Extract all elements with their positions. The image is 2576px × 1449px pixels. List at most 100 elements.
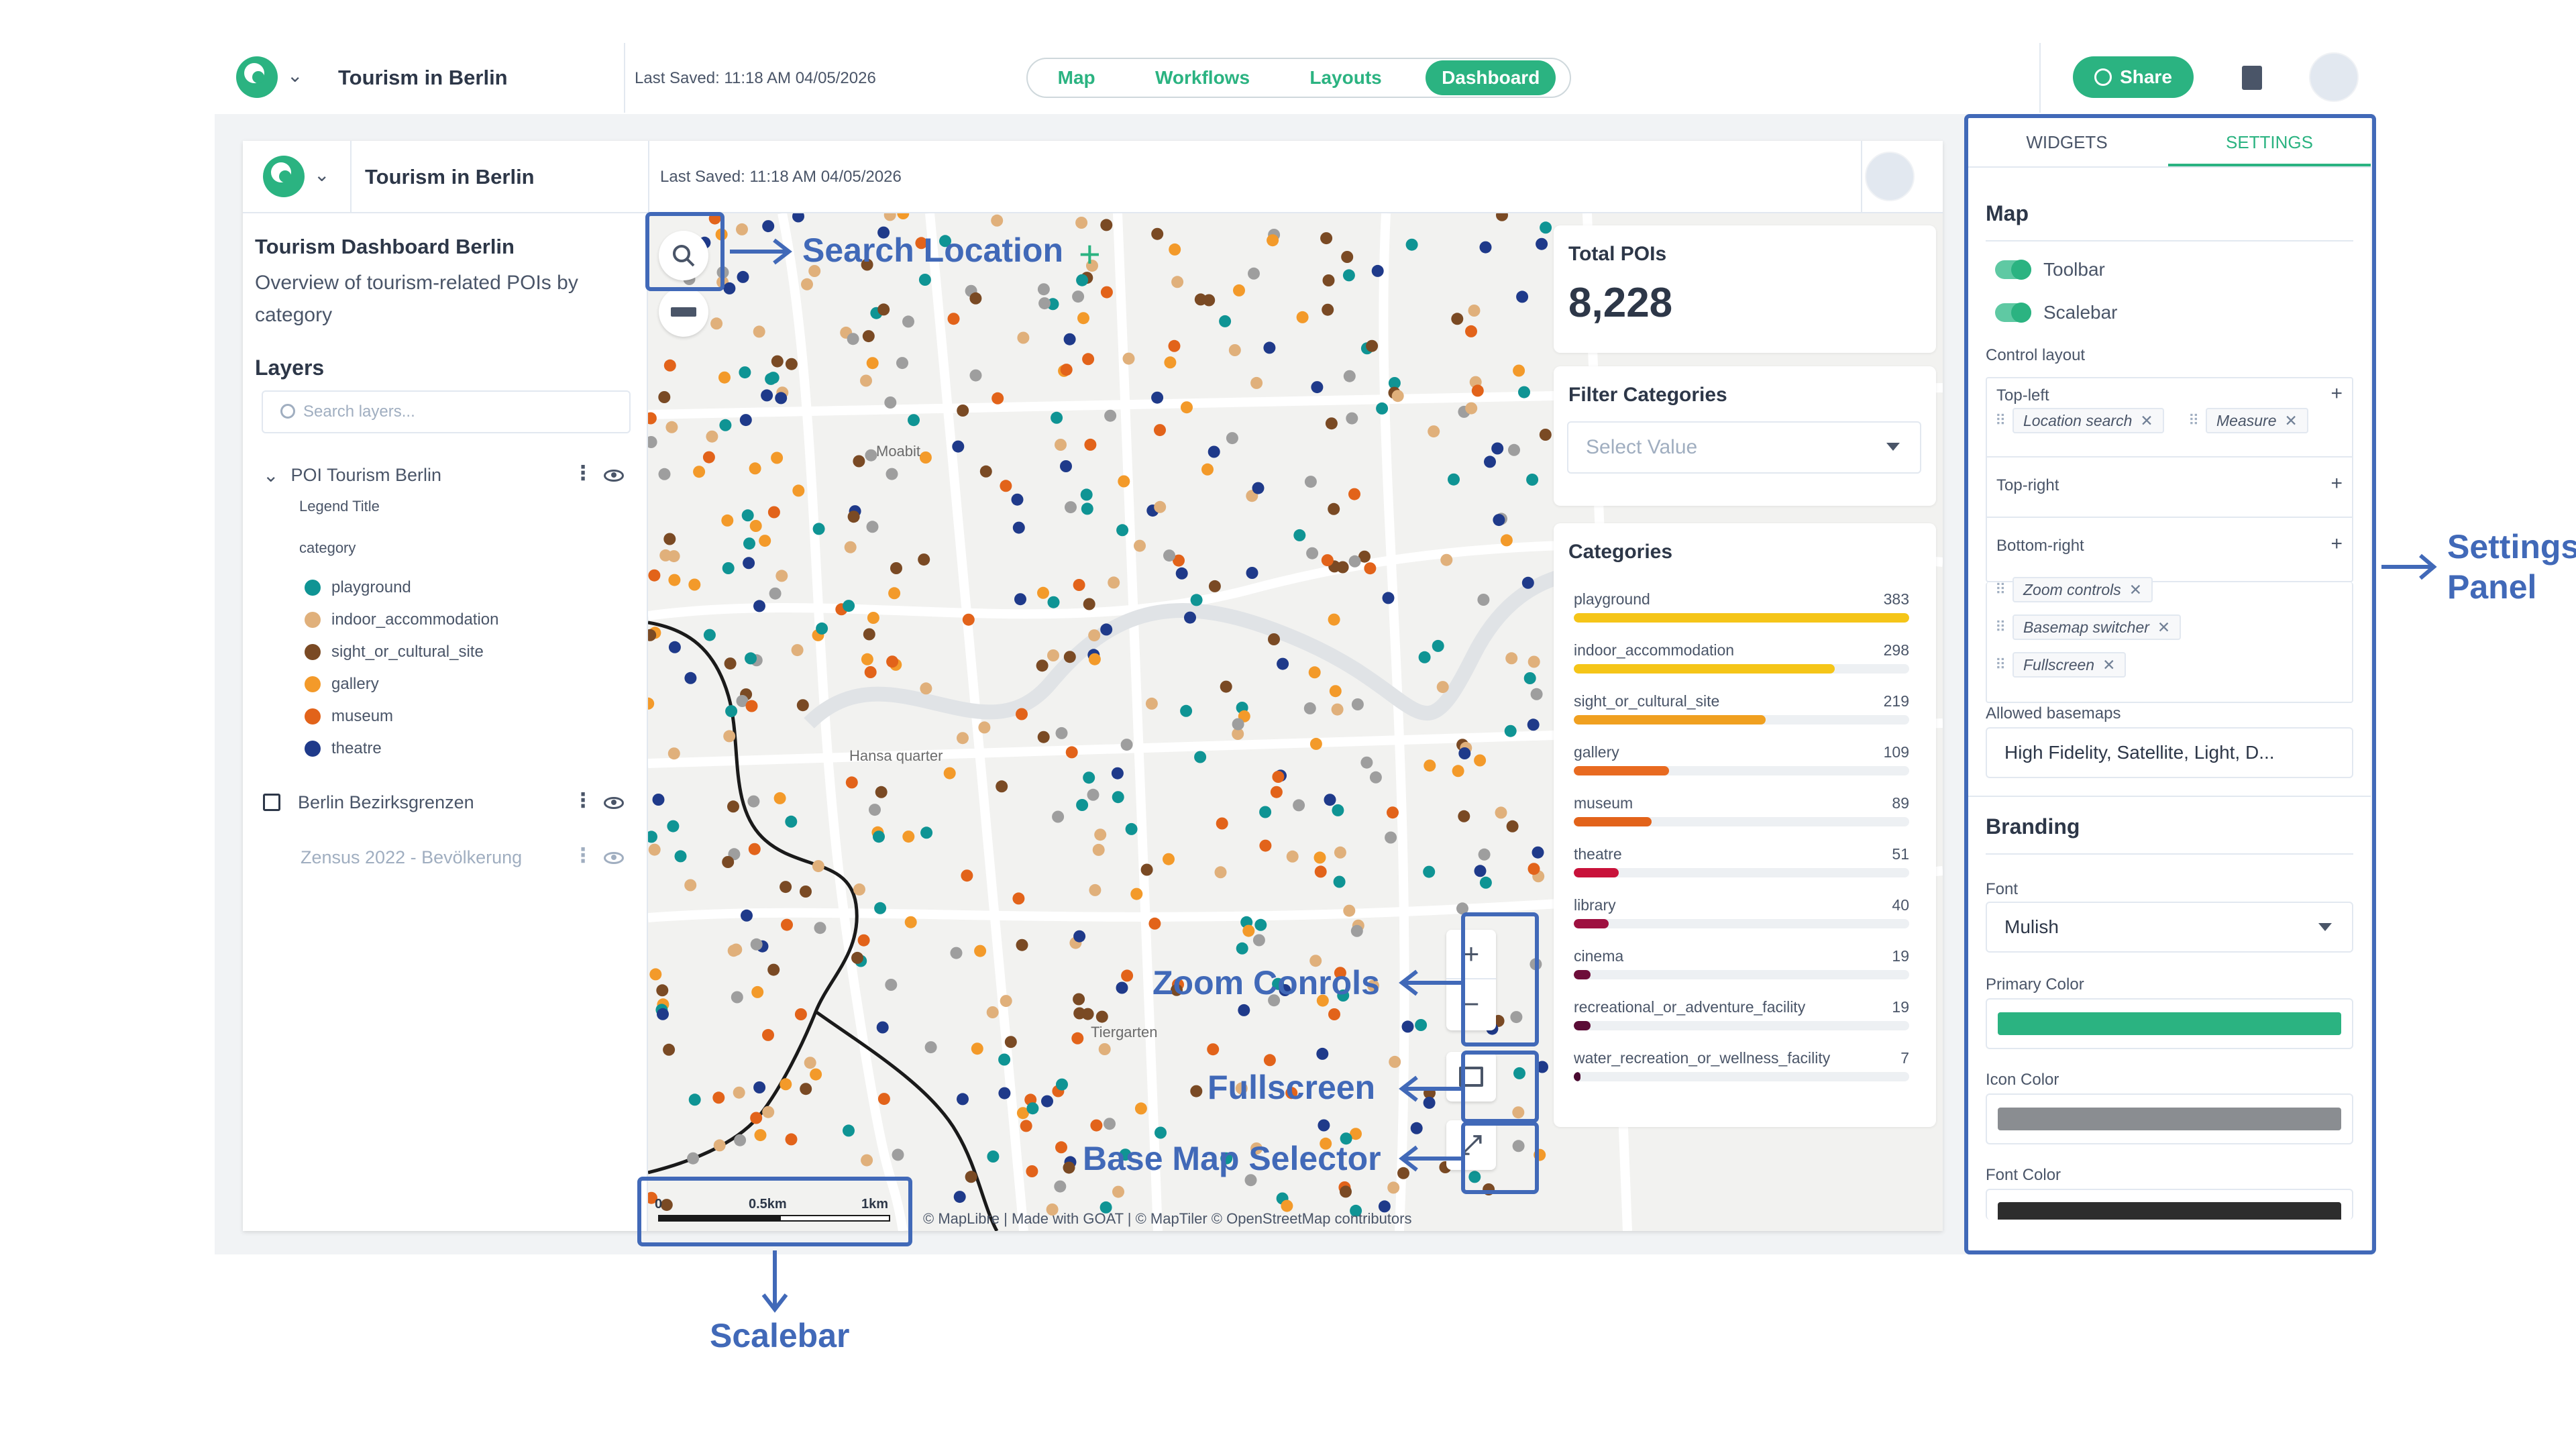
poi-point[interactable]	[684, 879, 697, 892]
poi-point[interactable]	[1314, 865, 1327, 878]
poi-point[interactable]	[761, 389, 773, 402]
poi-point[interactable]	[1346, 412, 1358, 425]
poi-point[interactable]	[667, 747, 680, 760]
poi-point[interactable]	[978, 721, 991, 734]
poi-point[interactable]	[1063, 333, 1076, 345]
poi-point[interactable]	[800, 885, 812, 898]
poi-point[interactable]	[1082, 353, 1095, 366]
poi-point[interactable]	[1036, 659, 1049, 672]
poi-point[interactable]	[1351, 698, 1364, 710]
poi-point[interactable]	[857, 934, 870, 947]
chevron-down-icon[interactable]: ⌄	[287, 64, 303, 87]
poi-point[interactable]	[1322, 274, 1335, 286]
poi-point[interactable]	[1527, 655, 1540, 668]
poi-point[interactable]	[1364, 562, 1377, 575]
poi-point[interactable]	[866, 521, 879, 533]
poi-point[interactable]	[1318, 1119, 1330, 1132]
poi-point[interactable]	[998, 1053, 1011, 1066]
poi-point[interactable]	[877, 303, 890, 316]
poi-point[interactable]	[710, 317, 723, 330]
poi-point[interactable]	[1293, 799, 1305, 812]
poi-point[interactable]	[902, 315, 914, 328]
poi-point[interactable]	[1506, 820, 1519, 833]
poi-point[interactable]	[1208, 445, 1220, 458]
poi-point[interactable]	[648, 436, 657, 448]
poi-point[interactable]	[864, 666, 877, 678]
poi-point[interactable]	[1071, 1032, 1084, 1044]
eye-icon[interactable]	[604, 797, 624, 809]
poi-point[interactable]	[1134, 1102, 1147, 1115]
poi-point[interactable]	[658, 391, 671, 403]
poi-point[interactable]	[725, 705, 738, 718]
poi-point[interactable]	[771, 451, 784, 464]
poi-point[interactable]	[1500, 534, 1513, 547]
poi-point[interactable]	[1154, 424, 1166, 437]
measure-button[interactable]	[659, 287, 708, 337]
poi-point[interactable]	[1263, 1054, 1276, 1067]
poi-point[interactable]	[1246, 567, 1258, 579]
poi-point[interactable]	[1038, 297, 1051, 310]
poi-point[interactable]	[1340, 1185, 1352, 1198]
poi-point[interactable]	[674, 850, 687, 863]
poi-point[interactable]	[706, 430, 718, 443]
poi-point[interactable]	[734, 1134, 747, 1146]
poi-point[interactable]	[1148, 917, 1161, 930]
poi-point[interactable]	[867, 612, 879, 624]
poi-point[interactable]	[866, 357, 879, 370]
poi-point[interactable]	[919, 451, 932, 464]
poi-point[interactable]	[987, 1150, 1000, 1163]
poi-point[interactable]	[1277, 657, 1289, 670]
poi-point[interactable]	[996, 780, 1008, 793]
poi-point[interactable]	[1468, 305, 1481, 317]
poi-point[interactable]	[1060, 364, 1073, 376]
poi-point[interactable]	[1513, 364, 1525, 377]
poi-point[interactable]	[1190, 1085, 1203, 1097]
poi-point[interactable]	[1012, 892, 1025, 905]
poi-point[interactable]	[722, 856, 735, 868]
poi-point[interactable]	[974, 945, 987, 957]
poi-point[interactable]	[1432, 639, 1444, 652]
poi-point[interactable]	[1259, 839, 1272, 852]
poi-point[interactable]	[804, 1057, 816, 1069]
poi-point[interactable]	[1332, 804, 1344, 816]
poi-point[interactable]	[1267, 234, 1279, 247]
poi-point[interactable]	[1095, 1010, 1108, 1023]
poi-point[interactable]	[1145, 697, 1158, 710]
poi-point[interactable]	[1458, 747, 1471, 759]
poi-point[interactable]	[1311, 381, 1324, 394]
poi-point[interactable]	[1055, 1141, 1067, 1154]
poi-point[interactable]	[1333, 875, 1346, 888]
category-row[interactable]: gallery 109	[1574, 743, 1909, 794]
poi-point[interactable]	[969, 292, 982, 305]
poi-point[interactable]	[663, 533, 676, 545]
poi-point[interactable]	[883, 213, 896, 221]
poi-point[interactable]	[1410, 1122, 1423, 1134]
poi-point[interactable]	[1098, 1043, 1111, 1055]
poi-point[interactable]	[1322, 303, 1334, 316]
poi-point[interactable]	[1232, 718, 1244, 731]
poi-point[interactable]	[1155, 1126, 1167, 1139]
poi-point[interactable]	[1104, 409, 1117, 422]
poi-point[interactable]	[1401, 1020, 1414, 1033]
poi-point[interactable]	[1081, 502, 1093, 515]
poi-point[interactable]	[1270, 786, 1283, 798]
poi-point[interactable]	[1527, 718, 1540, 731]
poi-point[interactable]	[1054, 1180, 1067, 1193]
poi-point[interactable]	[1100, 286, 1113, 299]
poi-point[interactable]	[847, 333, 859, 345]
poi-point[interactable]	[998, 1087, 1011, 1099]
poi-point[interactable]	[890, 562, 902, 574]
poi-point[interactable]	[1073, 930, 1086, 943]
poi-point[interactable]	[780, 1078, 792, 1091]
poi-point[interactable]	[1428, 425, 1440, 438]
poi-point[interactable]	[1011, 493, 1024, 506]
poi-point[interactable]	[1111, 767, 1124, 780]
avatar[interactable]	[1865, 152, 1915, 201]
app-logo[interactable]	[263, 156, 305, 197]
poi-point[interactable]	[649, 968, 662, 981]
poi-point[interactable]	[648, 843, 661, 856]
poi-point[interactable]	[886, 655, 899, 668]
poi-point[interactable]	[1226, 432, 1238, 445]
poi-point[interactable]	[897, 213, 910, 219]
poi-point[interactable]	[687, 1152, 700, 1165]
